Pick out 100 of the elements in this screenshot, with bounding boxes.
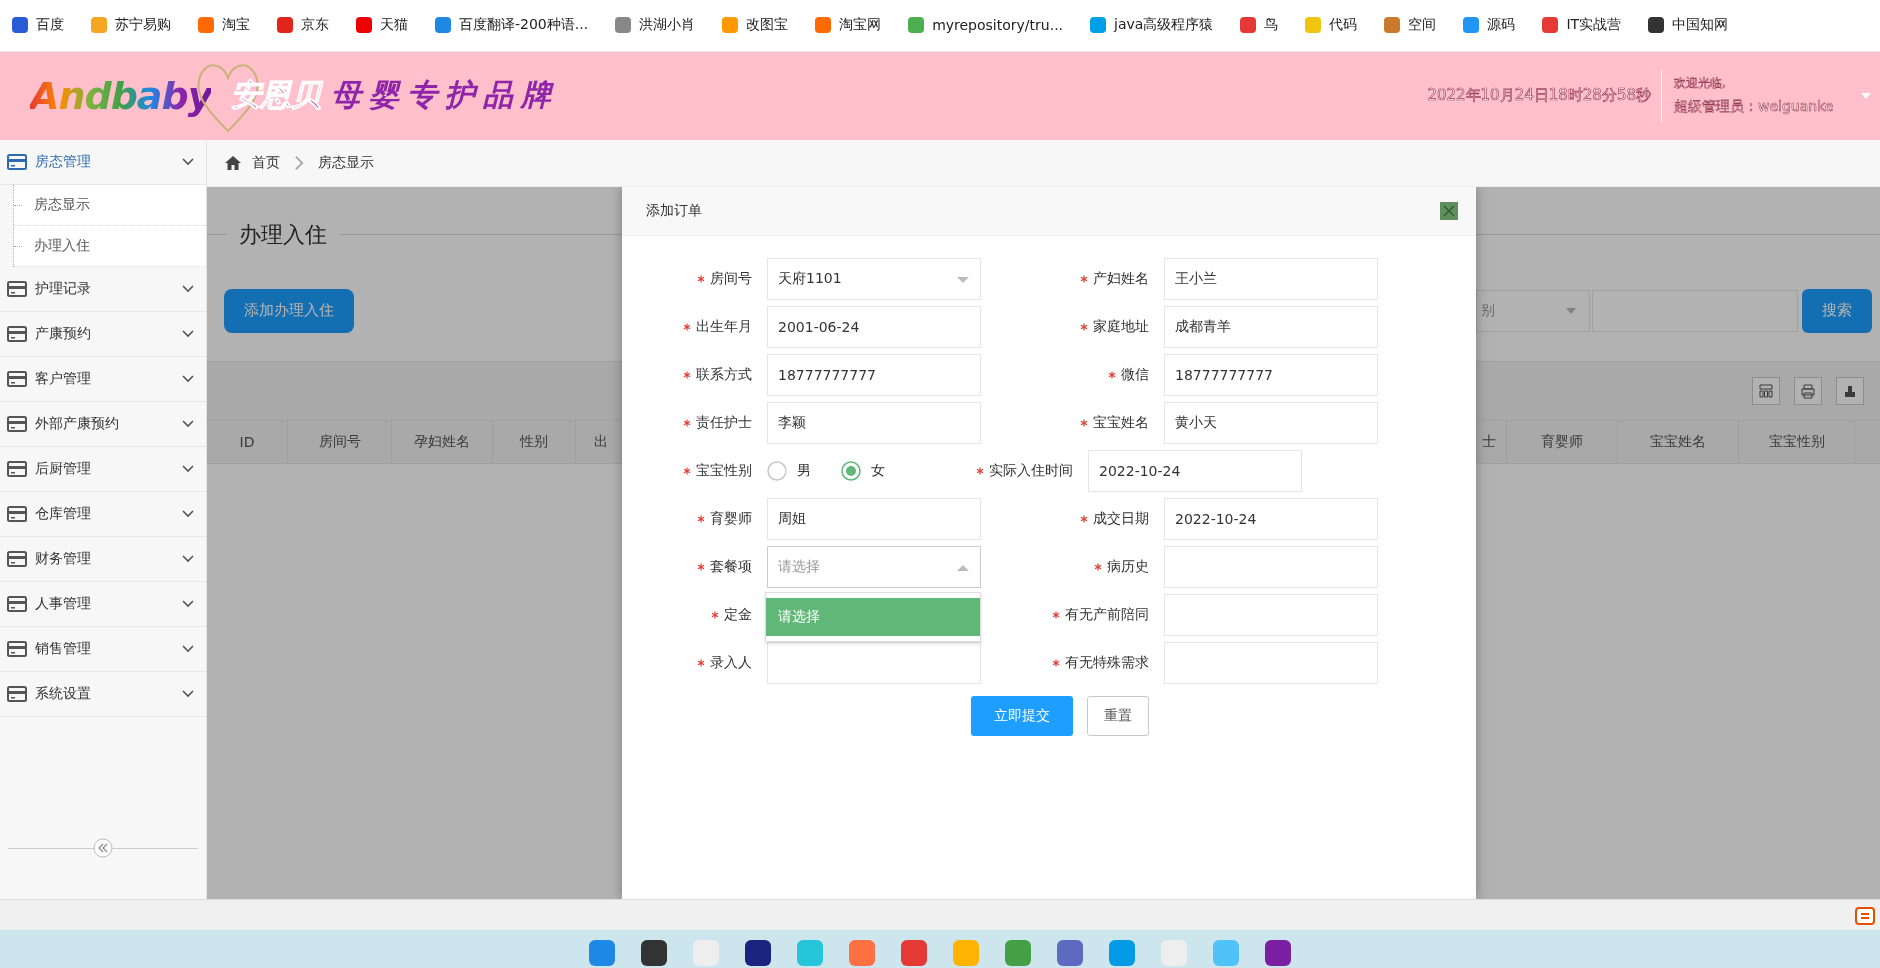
card-icon: [7, 370, 27, 387]
input-field[interactable]: 黄小天: [1164, 401, 1378, 444]
app-icon[interactable]: [1854, 904, 1876, 926]
user-name: 超级管理员：weiguanke: [1674, 98, 1835, 117]
caret-icon: [1565, 306, 1577, 315]
radio-option[interactable]: 男: [767, 460, 811, 481]
bookmark-link[interactable]: 中国知网: [1648, 16, 1729, 35]
chevron-icon: [182, 464, 194, 473]
input-field[interactable]: [1164, 641, 1378, 684]
bookmark-icon: [435, 17, 451, 34]
input-field[interactable]: [1164, 593, 1378, 636]
breadcrumb-link[interactable]: 房态显示: [318, 153, 374, 172]
dialog-title: 添加订单: [646, 201, 703, 220]
bookmark-link[interactable]: 淘宝: [198, 16, 250, 35]
bookmark-link[interactable]: 百度: [12, 16, 64, 35]
column-header: ID: [207, 420, 288, 463]
bookmark-icon: [1648, 17, 1665, 34]
chevron-icon: [182, 599, 194, 608]
field-label: 成交日期: [1093, 509, 1149, 528]
bookmark-link[interactable]: 鸟: [1240, 16, 1279, 35]
field-label: 产妇姓名: [1093, 269, 1149, 288]
input-field[interactable]: 18777777777: [1164, 353, 1378, 396]
taskbar-icon[interactable]: [1265, 940, 1291, 966]
field-label: 家庭地址: [1093, 317, 1149, 336]
taskbar-icon[interactable]: [745, 940, 771, 966]
bookmark-link[interactable]: 京东: [277, 16, 329, 35]
bookmark-link[interactable]: 淘宝网: [815, 16, 882, 35]
date-time: 2022年10月24日18时28分58秒: [1427, 86, 1652, 106]
sidebar-subitem[interactable]: 办理入住: [14, 225, 206, 267]
close-icon[interactable]: [1440, 201, 1458, 220]
bookmark-icon: [1305, 17, 1322, 34]
input-field[interactable]: 成都青羊: [1164, 305, 1378, 348]
bookmark-link[interactable]: java高级程序猿: [1090, 16, 1214, 35]
print-icon[interactable]: [1794, 376, 1822, 405]
select-field[interactable]: 天府1101: [767, 257, 981, 300]
column-header: 育婴师: [1507, 420, 1618, 463]
field-label: 定金: [724, 605, 752, 624]
field-label: 有无产前陪同: [1065, 605, 1149, 624]
caret-icon[interactable]: [1860, 91, 1872, 100]
bookmark-link[interactable]: IT实战营: [1542, 16, 1622, 35]
bookmark-icon: [1463, 17, 1480, 34]
slogan: 母婴专护品牌: [331, 76, 560, 115]
bookmark-link[interactable]: 百度翻译-200种语...: [435, 16, 589, 35]
bookmark-icon: [908, 17, 925, 34]
sidebar-subitem[interactable]: 房态显示: [14, 184, 206, 226]
taskbar-icon[interactable]: [641, 940, 667, 966]
breadcrumb-link[interactable]: 首页: [252, 153, 280, 172]
bookmark-icon: [815, 17, 832, 34]
card-icon: [7, 415, 27, 432]
bookmark-link[interactable]: myrepository/tru...: [908, 17, 1064, 34]
bookmark-icon: [1384, 17, 1401, 34]
input-field[interactable]: 李颖: [767, 401, 981, 444]
bookmark-icon: [615, 17, 632, 34]
chevron-icon: [182, 374, 194, 383]
bookmark-icon: [1542, 17, 1559, 34]
input-field[interactable]: 2022-10-24: [1164, 497, 1378, 540]
chevron-icon: [182, 509, 194, 518]
input-field[interactable]: [1164, 545, 1378, 588]
input-field[interactable]: 18777777777: [767, 353, 981, 396]
card-icon: [7, 505, 27, 522]
field-label: 实际入住时间: [989, 461, 1073, 480]
chevron-icon: [182, 329, 194, 338]
field-label: 育婴师: [710, 509, 752, 528]
bookmark-link[interactable]: 空间: [1384, 16, 1437, 35]
collapse-icon[interactable]: [93, 838, 113, 858]
input-field[interactable]: 王小兰: [1164, 257, 1378, 300]
field-label: 录入人: [710, 653, 752, 672]
bookmark-link[interactable]: 天猫: [356, 16, 408, 35]
column-header: 宝宝性别: [1739, 420, 1855, 463]
chevron-icon: [182, 157, 194, 166]
bookmark-icon: [277, 17, 293, 34]
field-label: 房间号: [710, 269, 752, 288]
chevron-icon: [182, 419, 194, 428]
input-field[interactable]: 2001-06-24: [767, 305, 981, 348]
bookmark-icon: [1090, 17, 1107, 34]
field-label: 宝宝姓名: [1093, 413, 1149, 432]
card-icon: [7, 460, 27, 477]
card-icon: [7, 280, 27, 297]
home-icon[interactable]: [224, 154, 242, 171]
input-field[interactable]: 2022-10-24: [1088, 449, 1302, 492]
bookmark-link[interactable]: 改图宝: [722, 16, 789, 35]
page-title: 办理入住: [238, 220, 328, 249]
input-field[interactable]: [767, 641, 981, 684]
field-label: 联系方式: [696, 365, 752, 384]
bookmark-icon: [198, 17, 214, 34]
bookmark-link[interactable]: 洪湖小肖: [615, 16, 696, 35]
input-field[interactable]: 周姐: [767, 497, 981, 540]
chevron-icon: [182, 554, 194, 563]
field-label: 套餐项: [710, 557, 752, 576]
caret-icon: [956, 563, 970, 572]
radio-option[interactable]: 女: [841, 460, 885, 481]
bookmark-link[interactable]: 源码: [1463, 16, 1516, 35]
bookmark-link[interactable]: 苏宁易购: [91, 16, 171, 35]
field-label: 微信: [1121, 365, 1149, 384]
bookmark-link[interactable]: 代码: [1305, 16, 1358, 35]
column-header: 宝宝姓名: [1618, 420, 1739, 463]
chevron-icon: [182, 689, 194, 698]
reset-button[interactable]: 重置: [1087, 695, 1149, 736]
export-icon[interactable]: [1836, 376, 1864, 405]
columns-icon[interactable]: [1752, 376, 1780, 405]
